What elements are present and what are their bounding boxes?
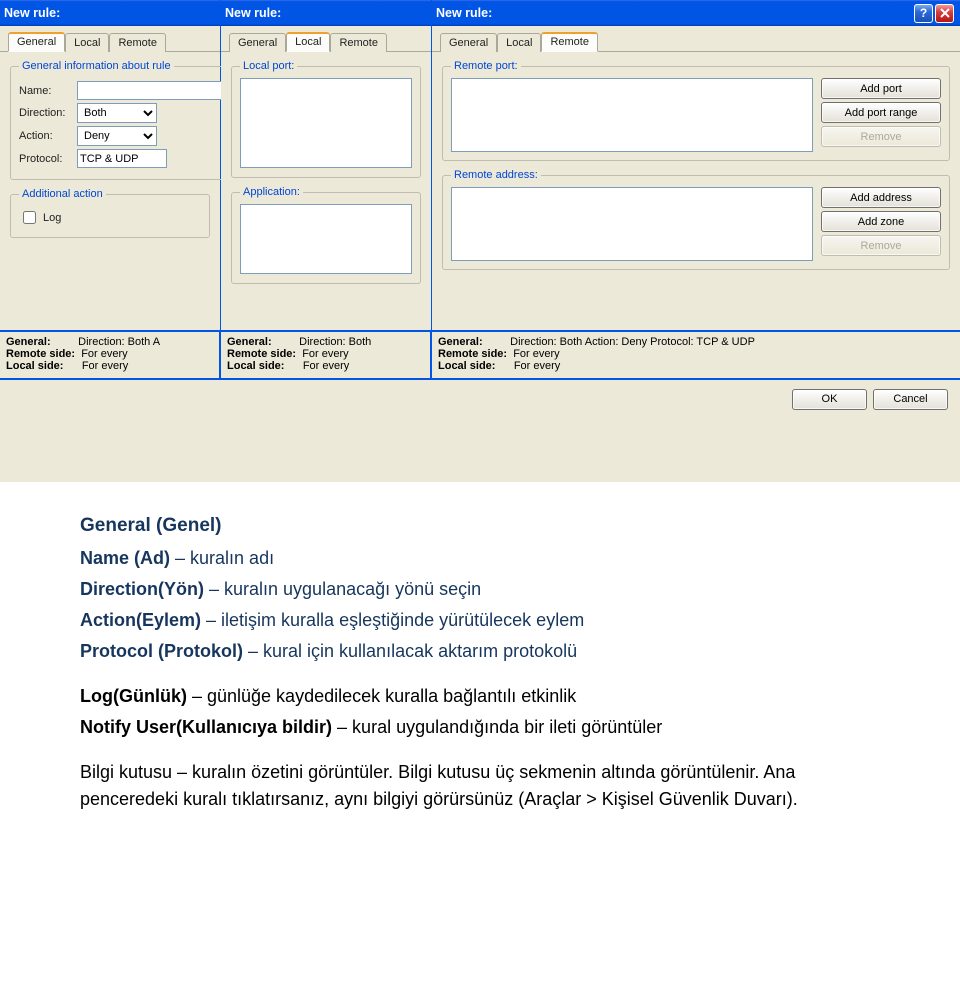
tab-bar: General Local Remote (432, 26, 960, 52)
direction-label: Direction: (19, 107, 73, 119)
tab-remote[interactable]: Remote (330, 33, 387, 52)
group-application: Application: (231, 186, 421, 284)
log-label: Log (43, 212, 61, 224)
name-input[interactable] (77, 81, 225, 100)
doc-line-log: Log(Günlük) – günlüğe kaydedilecek kural… (80, 683, 880, 710)
tab-bar: General Local Remote (0, 26, 220, 52)
application-list[interactable] (240, 204, 412, 274)
close-icon (940, 8, 950, 18)
tab-local[interactable]: Local (286, 32, 330, 52)
doc-line-name: Name (Ad) – kuralın adı (80, 545, 880, 572)
tab-general[interactable]: General (8, 32, 65, 52)
group-remote-address: Remote address: Add address Add zone Rem… (442, 169, 950, 270)
group-local-port: Local port: (231, 60, 421, 178)
tab-remote[interactable]: Remote (541, 32, 598, 52)
name-label: Name: (19, 85, 73, 97)
status-panel-0: General: Direction: Both A Remote side: … (0, 332, 221, 378)
cancel-button[interactable]: Cancel (873, 389, 948, 410)
tab-local[interactable]: Local (65, 33, 109, 52)
protocol-input[interactable] (77, 149, 167, 168)
titlebar[interactable]: New rule: (0, 0, 220, 26)
protocol-label: Protocol: (19, 153, 73, 165)
window-remote: New rule: ? General Local Remote Remote … (432, 0, 960, 330)
local-port-label: Local port: (240, 60, 297, 72)
status-panel-2: General: Direction: Both Action: Deny Pr… (432, 332, 960, 378)
window-general: New rule: General Local Remote General i… (0, 0, 221, 330)
window-local: New rule: General Local Remote Local por… (221, 0, 432, 330)
remote-port-label: Remote port: (451, 60, 521, 72)
screenshot-region: New rule: General Local Remote General i… (0, 0, 960, 482)
doc-line-notify: Notify User(Kullanıcıya bildir) – kural … (80, 714, 880, 741)
tab-local[interactable]: Local (497, 33, 541, 52)
tab-bar: General Local Remote (221, 26, 431, 52)
remote-address-list[interactable] (451, 187, 813, 261)
window-title: New rule: (4, 6, 60, 20)
doc-heading-general: General (Genel) (80, 512, 880, 541)
additional-label: Additional action (19, 188, 106, 200)
remote-port-list[interactable] (451, 78, 813, 152)
add-port-range-button[interactable]: Add port range (821, 102, 941, 123)
doc-line-action: Action(Eylem) – iletişim kuralla eşleşti… (80, 607, 880, 634)
remove-port-button[interactable]: Remove (821, 126, 941, 147)
add-zone-button[interactable]: Add zone (821, 211, 941, 232)
doc-paragraph: Bilgi kutusu – kuralın özetini görüntüle… (80, 759, 880, 813)
window-title: New rule: (436, 6, 492, 20)
doc-line-protocol: Protocol (Protokol) – kural için kullanı… (80, 638, 880, 665)
tab-general[interactable]: General (229, 33, 286, 52)
remote-address-label: Remote address: (451, 169, 541, 181)
status-bar: General: Direction: Both A Remote side: … (0, 330, 960, 378)
status-panel-1: General: Direction: Both Remote side: Fo… (221, 332, 432, 378)
help-button[interactable]: ? (914, 4, 933, 23)
window-title: New rule: (225, 6, 281, 20)
doc-line-direction: Direction(Yön) – kuralın uygulanacağı yö… (80, 576, 880, 603)
group-remote-port: Remote port: Add port Add port range Rem… (442, 60, 950, 161)
titlebar[interactable]: New rule: (221, 0, 431, 26)
titlebar[interactable]: New rule: ? (432, 0, 960, 26)
ok-button[interactable]: OK (792, 389, 867, 410)
action-label: Action: (19, 130, 73, 142)
group-general-info: General information about rule Name: Dir… (10, 60, 234, 180)
group-label: General information about rule (19, 60, 174, 72)
tab-remote[interactable]: Remote (109, 33, 166, 52)
log-checkbox[interactable] (23, 211, 36, 224)
direction-select[interactable]: Both (77, 103, 157, 123)
tab-general[interactable]: General (440, 33, 497, 52)
action-select[interactable]: Deny (77, 126, 157, 146)
add-address-button[interactable]: Add address (821, 187, 941, 208)
dialog-button-bar: OK Cancel (0, 378, 960, 418)
add-port-button[interactable]: Add port (821, 78, 941, 99)
close-button[interactable] (935, 4, 954, 23)
document-body: General (Genel) Name (Ad) – kuralın adı … (0, 482, 960, 857)
local-port-list[interactable] (240, 78, 412, 168)
application-label: Application: (240, 186, 303, 198)
group-additional-action: Additional action Log (10, 188, 210, 238)
remove-address-button[interactable]: Remove (821, 235, 941, 256)
